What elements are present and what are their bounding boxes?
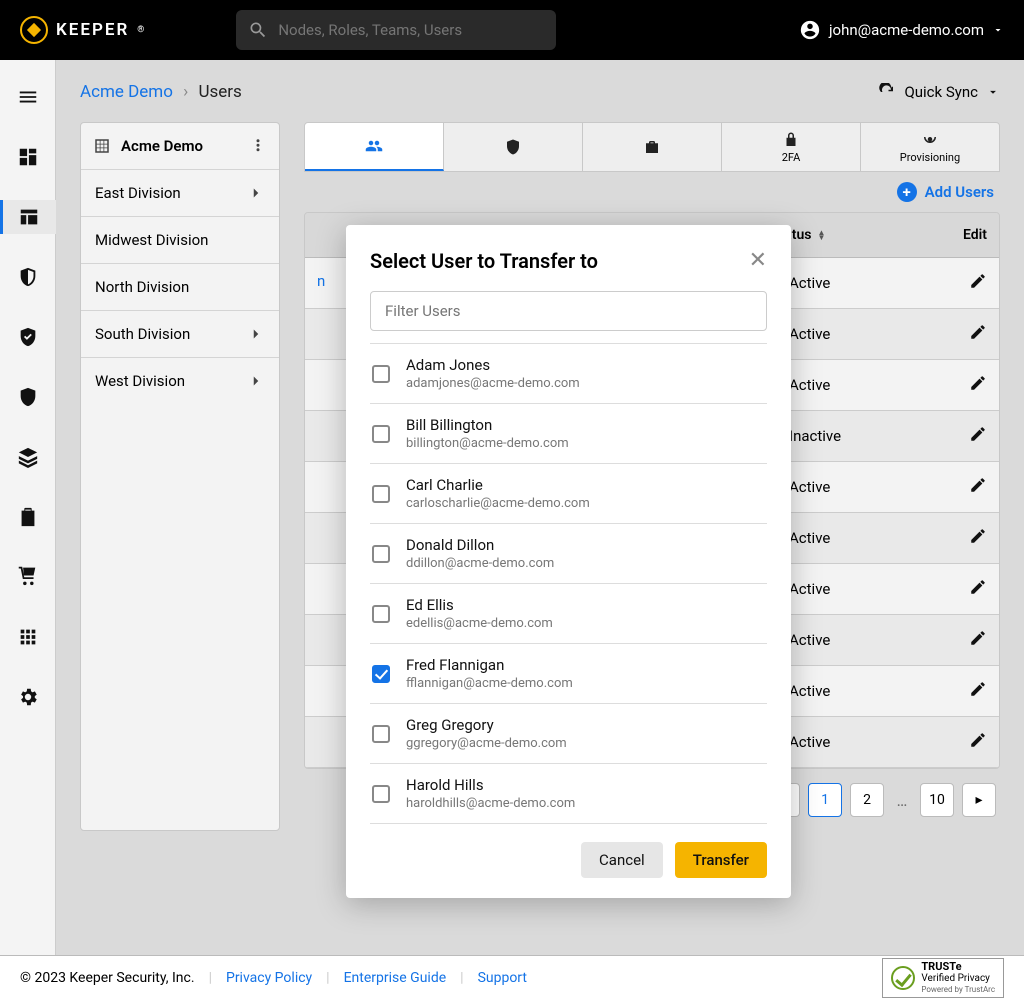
guide-link[interactable]: Enterprise Guide — [344, 970, 447, 986]
checkbox[interactable] — [372, 485, 390, 503]
modal-title: Select User to Transfer to — [370, 249, 598, 273]
user-email: haroldhills@acme-demo.com — [406, 796, 575, 811]
user-name: Fred Flannigan — [406, 656, 573, 674]
nav-cart[interactable] — [0, 560, 56, 594]
left-nav — [0, 60, 56, 955]
user-email: john@acme-demo.com — [829, 21, 984, 39]
global-search[interactable] — [236, 10, 556, 50]
checkbox[interactable] — [372, 425, 390, 443]
user-email: fflannigan@acme-demo.com — [406, 676, 573, 691]
user-email: edellis@acme-demo.com — [406, 616, 553, 631]
brand-text: KEEPER — [56, 20, 129, 40]
transfer-button[interactable]: Transfer — [675, 842, 767, 878]
truste-sub: Verified Privacy — [921, 973, 990, 984]
hamburger-icon — [17, 86, 39, 108]
top-bar: KEEPER® john@acme-demo.com — [0, 0, 1024, 60]
modal-user-row[interactable]: Adam Jones adamjones@acme-demo.com — [370, 343, 767, 404]
user-name: Ed Ellis — [406, 596, 553, 614]
shield-alert-icon — [17, 386, 39, 408]
user-name: Carl Charlie — [406, 476, 590, 494]
truste-title: TRUSTe — [921, 960, 961, 973]
modal-user-row[interactable]: Ed Ellis edellis@acme-demo.com — [370, 584, 767, 644]
layers-icon — [17, 446, 39, 468]
checkbox[interactable] — [372, 785, 390, 803]
modal-user-row[interactable]: Donald Dillon ddillon@acme-demo.com — [370, 524, 767, 584]
filter-users-input[interactable] — [370, 291, 767, 331]
modal-user-row[interactable]: Carl Charlie carloscharlie@acme-demo.com — [370, 464, 767, 524]
copyright: © 2023 Keeper Security, Inc. — [20, 970, 195, 986]
apps-icon — [17, 626, 39, 648]
clipboard-icon — [17, 506, 39, 528]
user-email: ggregory@acme-demo.com — [406, 736, 567, 751]
checkbox[interactable] — [372, 665, 390, 683]
user-menu[interactable]: john@acme-demo.com — [799, 19, 1004, 41]
user-email: adamjones@acme-demo.com — [406, 376, 580, 391]
close-icon[interactable]: ✕ — [749, 250, 767, 272]
user-email: carloscharlie@acme-demo.com — [406, 496, 590, 511]
dashboard-icon — [17, 146, 39, 168]
nav-shield-check[interactable] — [0, 320, 56, 354]
logo-mark-icon — [20, 16, 48, 44]
nav-settings[interactable] — [0, 680, 56, 714]
user-name: Donald Dillon — [406, 536, 554, 554]
nav-dashboard[interactable] — [0, 140, 56, 174]
checkbox[interactable] — [372, 365, 390, 383]
checkbox[interactable] — [372, 545, 390, 563]
truste-pow: Powered by TrustArc — [921, 985, 995, 994]
user-email: ddillon@acme-demo.com — [406, 556, 554, 571]
nav-shield-alert[interactable] — [0, 380, 56, 414]
nav-nodes[interactable] — [0, 200, 56, 234]
user-name: Harold Hills — [406, 776, 575, 794]
nav-layers[interactable] — [0, 440, 56, 474]
support-link[interactable]: Support — [478, 970, 527, 986]
layout-icon — [18, 206, 40, 228]
modal-user-row[interactable]: Greg Gregory ggregory@acme-demo.com — [370, 704, 767, 764]
nav-shield-half[interactable] — [0, 260, 56, 294]
gear-icon — [17, 686, 39, 708]
cancel-button[interactable]: Cancel — [581, 842, 663, 878]
footer: © 2023 Keeper Security, Inc. | Privacy P… — [0, 955, 1024, 1000]
user-name: Greg Gregory — [406, 716, 567, 734]
truste-badge[interactable]: TRUSTe Verified Privacy Powered by Trust… — [882, 958, 1004, 998]
nav-clipboard[interactable] — [0, 500, 56, 534]
avatar-icon — [799, 19, 821, 41]
modal-user-row[interactable]: Bill Billington billington@acme-demo.com — [370, 404, 767, 464]
checkbox[interactable] — [372, 605, 390, 623]
nav-apps[interactable] — [0, 620, 56, 654]
shield-check-icon — [17, 326, 39, 348]
modal-user-row[interactable]: Harold Hills haroldhills@acme-demo.com — [370, 764, 767, 824]
modal-user-row[interactable]: Fred Flannigan fflannigan@acme-demo.com — [370, 644, 767, 704]
transfer-modal: Select User to Transfer to ✕ Adam Jones a… — [346, 225, 791, 898]
main-content: Acme Demo › Users Quick Sync Acme Demo — [56, 60, 1024, 955]
modal-user-list: Adam Jones adamjones@acme-demo.com Bill Bi… — [370, 343, 767, 824]
user-name: Bill Billington — [406, 416, 569, 434]
cart-icon — [17, 566, 39, 588]
privacy-link[interactable]: Privacy Policy — [226, 970, 312, 986]
checkbox[interactable] — [372, 725, 390, 743]
caret-down-icon — [992, 24, 1004, 36]
truste-check-icon — [891, 966, 915, 990]
user-email: billington@acme-demo.com — [406, 436, 569, 451]
shield-half-icon — [17, 266, 39, 288]
nav-menu[interactable] — [0, 80, 56, 114]
brand-logo: KEEPER® — [20, 16, 146, 44]
user-name: Adam Jones — [406, 356, 580, 374]
search-icon — [248, 20, 268, 40]
search-input[interactable] — [278, 21, 544, 39]
